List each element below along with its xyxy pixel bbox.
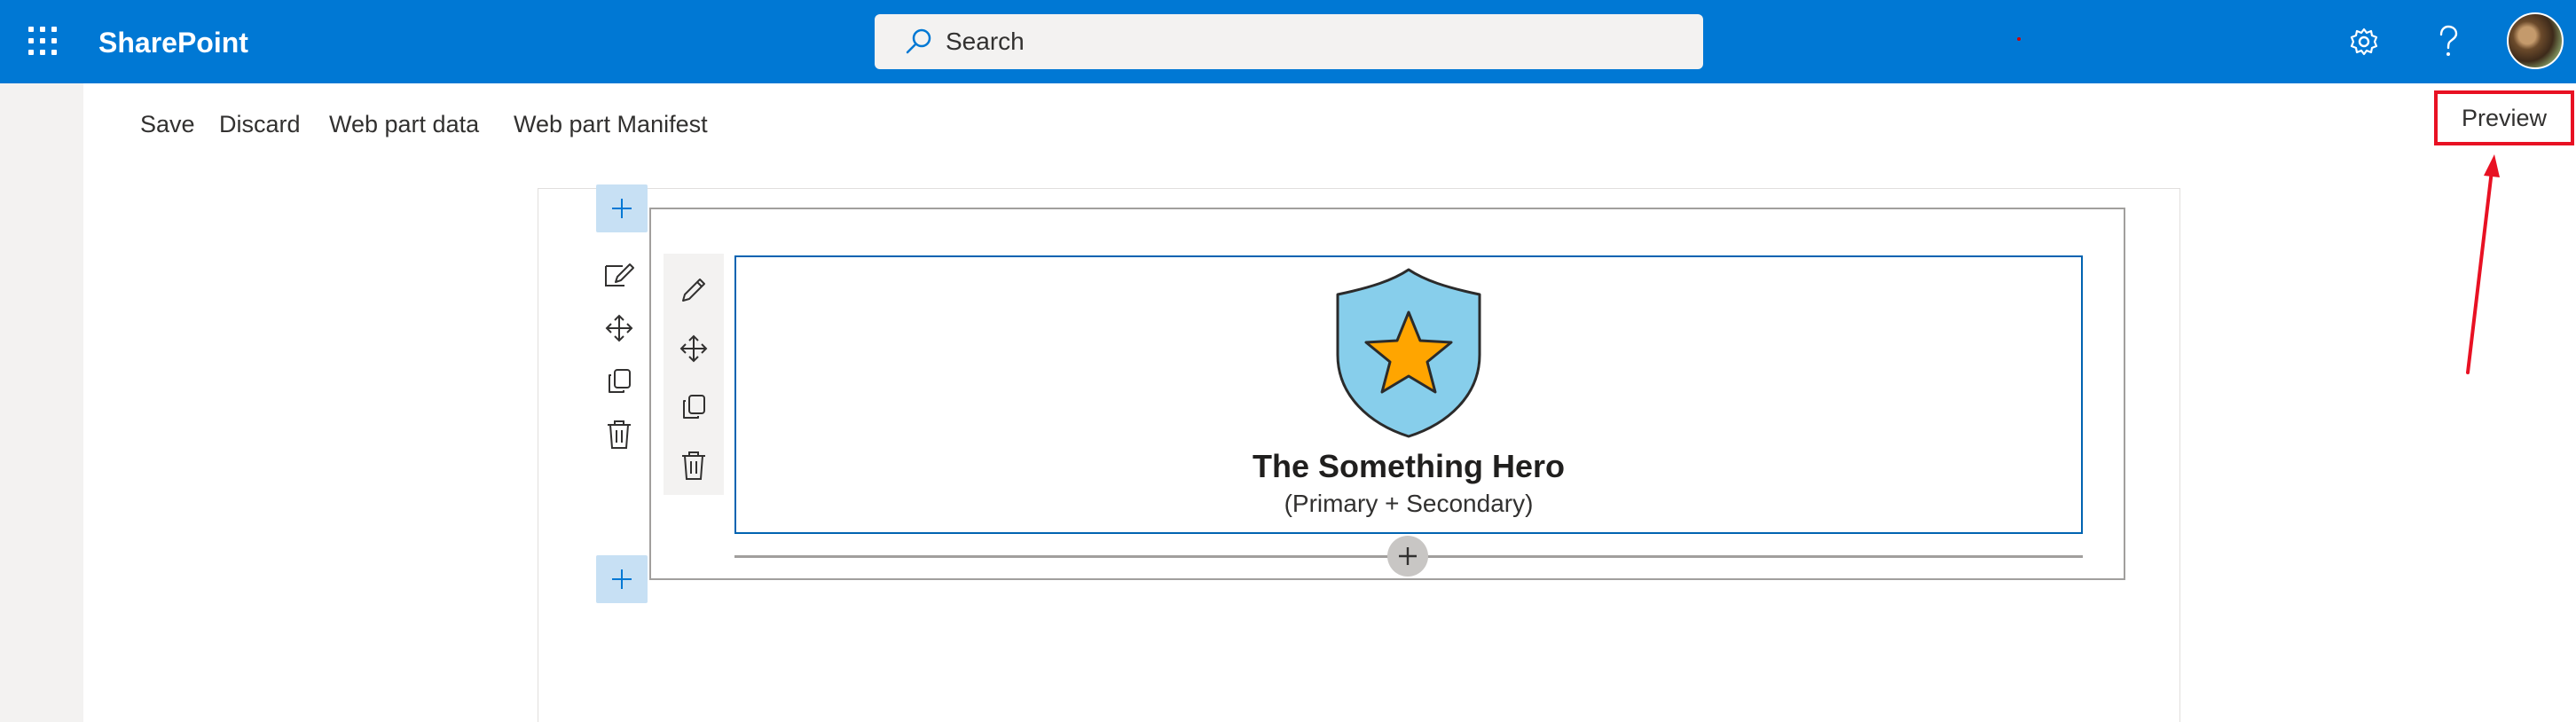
search-icon <box>901 24 937 59</box>
preview-label: Preview <box>2461 104 2548 131</box>
duplicate-web-part-button[interactable] <box>664 378 724 436</box>
search-input[interactable] <box>946 27 1655 56</box>
copy-icon <box>609 369 631 393</box>
red-annotation-arrow <box>2466 154 2500 374</box>
discard-button[interactable]: Discard <box>219 106 301 142</box>
copy-icon <box>683 395 705 419</box>
trash-icon <box>608 420 631 449</box>
web-part-toolbar <box>664 254 724 495</box>
add-web-part-button[interactable] <box>1387 536 1428 577</box>
edit-section-icon <box>605 263 634 286</box>
hero-title: The Something Hero <box>1252 448 1566 484</box>
delete-web-part-button[interactable] <box>664 436 724 495</box>
notification-dot <box>2017 37 2021 41</box>
move-icon <box>679 334 708 363</box>
suite-bar: SharePoint <box>0 0 2576 83</box>
pencil-icon <box>682 279 705 302</box>
left-rail <box>0 83 83 722</box>
help-question-icon[interactable] <box>2426 20 2470 64</box>
shield-star-icon <box>1336 268 1481 438</box>
trash-icon <box>682 451 705 480</box>
add-section-top-button[interactable] <box>596 184 648 232</box>
app-brand-title[interactable]: SharePoint <box>98 25 248 60</box>
web-part-data-button[interactable]: Web part data <box>329 106 479 142</box>
move-section-button[interactable] <box>593 302 646 355</box>
hero-web-part[interactable]: The Something Hero (Primary + Secondary) <box>734 255 2083 534</box>
plus-icon <box>612 569 632 589</box>
search-box[interactable] <box>875 14 1703 69</box>
web-part-manifest-button[interactable]: Web part Manifest <box>514 106 708 142</box>
user-avatar[interactable] <box>2507 12 2564 69</box>
edit-web-part-button[interactable] <box>664 261 724 319</box>
plus-icon <box>612 199 632 218</box>
plus-icon <box>1399 547 1417 565</box>
section-toolbar <box>593 248 651 461</box>
move-icon <box>605 314 633 342</box>
edit-section-button[interactable] <box>593 248 646 302</box>
settings-gear-icon[interactable] <box>2342 20 2386 64</box>
preview-button[interactable]: Preview <box>2434 90 2574 145</box>
hero-subtitle: (Primary + Secondary) <box>1284 490 1534 517</box>
add-section-bottom-button[interactable] <box>596 555 648 603</box>
delete-section-button[interactable] <box>593 408 646 461</box>
waffle-icon[interactable] <box>25 23 60 59</box>
move-web-part-button[interactable] <box>664 319 724 378</box>
save-button[interactable]: Save <box>140 106 195 142</box>
duplicate-section-button[interactable] <box>593 355 646 408</box>
